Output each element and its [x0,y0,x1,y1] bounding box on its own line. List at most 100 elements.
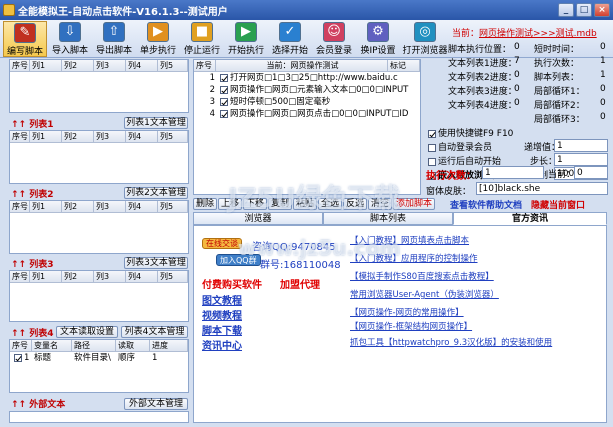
auto-start-checkbox[interactable] [428,157,436,166]
list4-header: 序号 变量名 路径 读取 进度 [10,340,188,352]
current-script-value[interactable]: 网页操作测试>>>测试.mdb [479,29,597,39]
list4-manage-button[interactable]: 列表4文本管理 [121,326,188,338]
column-header: 当前：网页操作测试 [216,60,388,71]
auto-login-option[interactable]: 自动登录会员 [426,140,492,153]
stat-value: 0 [514,42,520,52]
list3-manage-button[interactable]: 列表3文本管理 [124,257,188,269]
column-header: 列3 [94,60,126,71]
hide-window-link[interactable]: 隐藏当前窗口 [531,198,585,211]
news-center-link[interactable]: 资讯中心 [202,337,242,352]
script-row-checkbox[interactable] [220,97,228,106]
list2-grid[interactable]: 序号 列1 列2 列3 列4 列5 [9,200,189,254]
step-increment-input[interactable]: 1 [554,139,608,152]
script-row[interactable]: 3 短时停顿□500□固定毫秒 [194,96,420,108]
member-login-button[interactable]: ☺ 会员登录 [313,21,355,57]
help-doc-link[interactable]: 查看软件帮助文档 [450,198,522,211]
list3-header: 序号 列1 列2 列3 列4 列5 [10,271,188,283]
script-row-checkbox[interactable] [220,85,228,94]
agent-link[interactable]: 加盟代理 [280,276,320,291]
text-read-settings-button[interactable]: 文本读取设置 [56,326,118,338]
auto-login-checkbox[interactable] [428,143,436,152]
list2-manage-button[interactable]: 列表2文本管理 [124,187,188,199]
column-header: 列5 [158,60,188,71]
stat-label: 文本列表4进度： [448,101,517,111]
maximize-button[interactable]: □ [576,3,592,17]
start-run-button[interactable]: ▶ 开始执行 [225,21,267,57]
export-icon: ⇧ [103,22,125,42]
current-count-label: 当前： [548,170,576,180]
script-list-header: 序号 当前：网页操作测试 标记 [194,60,420,72]
stat-value: 0 [600,42,606,52]
stride-input[interactable]: 1 [554,153,608,166]
delete-button[interactable]: 删除 [193,198,217,210]
cell: 标题 [34,353,52,363]
script-row-checkbox[interactable] [220,109,228,118]
exec-count-label: 执行次数： [426,171,476,182]
close-button[interactable]: × [594,3,610,17]
tutorial-link[interactable]: 【网页操作-网页的常用操作】 [350,308,568,318]
site-url-watermark: www.jz5u.com [238,236,401,260]
script-list[interactable]: 序号 当前：网页操作测试 标记 1 打开网页□1□3□25□http://www… [193,59,421,195]
list1-manage-button[interactable]: 列表1文本管理 [124,117,188,129]
list0-grid[interactable]: 序号 列1 列2 列3 列4 列5 [9,59,189,113]
script-row[interactable]: 4 网页操作□网页□网页点击□0□0□INPUT□ID [194,108,420,120]
stop-run-button[interactable]: ■ 停止运行 [181,21,223,57]
script-row[interactable]: 2 网页操作□网页□元素输入文本□0□0□INPUT [194,84,420,96]
column-header: 列5 [158,201,188,212]
row-checkbox[interactable] [14,353,22,362]
export-script-button[interactable]: ⇧ 导出脚本 [93,21,135,57]
column-header: 列4 [126,131,158,142]
stat-value: 1 [600,70,606,80]
skin-select[interactable]: [10]black.she [476,182,608,195]
step-run-button[interactable]: ▶ 单步执行 [137,21,179,57]
script-download-link[interactable]: 脚本下载 [202,322,242,337]
qq-chat-badge[interactable]: 在线交谈 [202,238,242,249]
tutorial-link[interactable]: 【模拟手制作S80百度搜索点击教程】 [350,272,568,282]
tab-official-news[interactable]: 官方资讯 [453,212,607,225]
tutorial-link[interactable]: 常用浏览器User-Agent（伪装浏览器） [350,290,568,300]
import-script-button[interactable]: ⇩ 导入脚本 [49,21,91,57]
exec-count-input[interactable]: 1 [482,166,544,179]
column-header: 列3 [94,131,126,142]
stat-label: 脚本执行位置： [448,45,512,55]
video-tutorial-link[interactable]: 视频教程 [202,307,242,322]
import-script-label: 导入脚本 [51,46,88,56]
column-header: 序号 [12,131,30,142]
buy-software-link[interactable]: 付费购买软件 [202,276,262,291]
ip-settings-label: 换IP设置 [360,46,396,56]
list4-grid[interactable]: 序号 变量名 路径 读取 进度 1 标题 软件目录\ 顺序 1 [9,339,189,393]
play-icon: ▶ [235,22,257,42]
stat-label: 文本列表1进度： [448,59,517,69]
list2-label: ↑↑ 列表2 [11,190,54,200]
external-text-area[interactable] [9,411,189,423]
list3-label: ↑↑ 列表3 [11,260,54,270]
external-manage-button[interactable]: 外部文本管理 [124,398,188,410]
list3-grid[interactable]: 序号 列1 列2 列3 列4 列5 [9,270,189,322]
column-header: 序号 [12,201,30,212]
skin-label: 窗体皮肤： [426,187,472,197]
title-bar: 全能模拟王-自动点击软件-V16.1.3--测试用户 _ □ × [0,0,613,20]
script-row[interactable]: 1 打开网页□1□3□25□http://www.baidu.c [194,72,420,84]
hotkey-option[interactable]: 使用快捷键F9 F10 [426,126,513,139]
graphic-tutorial-link[interactable]: 图文教程 [202,292,242,307]
select-start-label: 选择开始 [271,46,308,56]
stat-value: 0 [514,84,520,94]
ip-settings-button[interactable]: ⚙ 换IP设置 [357,21,399,57]
current-count-input[interactable]: 0 [574,166,608,179]
member-login-label: 会员登录 [315,46,352,56]
script-row-checkbox[interactable] [220,73,228,82]
pencil-icon: ✎ [14,23,36,43]
list1-grid[interactable]: 序号 列1 列2 列3 列4 列5 [9,130,189,184]
cell: 顺序 [118,353,136,363]
write-script-button[interactable]: ✎ 编写脚本 [3,21,47,57]
list2-label-text: 列表2 [29,190,54,200]
table-row[interactable]: 1 标题 软件目录\ 顺序 1 [10,352,188,364]
window-title: 全能模拟王-自动点击软件-V16.1.3--测试用户 [18,6,228,18]
tutorial-link[interactable]: 抓包工具【httpwatchpro_9.3汉化版】的安装和使用 [350,338,560,348]
column-header: 序号 [12,60,30,71]
hotkey-checkbox[interactable] [428,129,436,138]
tutorial-link[interactable]: 【网页操作-框架结构网页操作】 [350,322,568,332]
minimize-button[interactable]: _ [558,3,574,17]
select-start-button[interactable]: ✓ 选择开始 [269,21,311,57]
list3-label-text: 列表3 [29,260,54,270]
